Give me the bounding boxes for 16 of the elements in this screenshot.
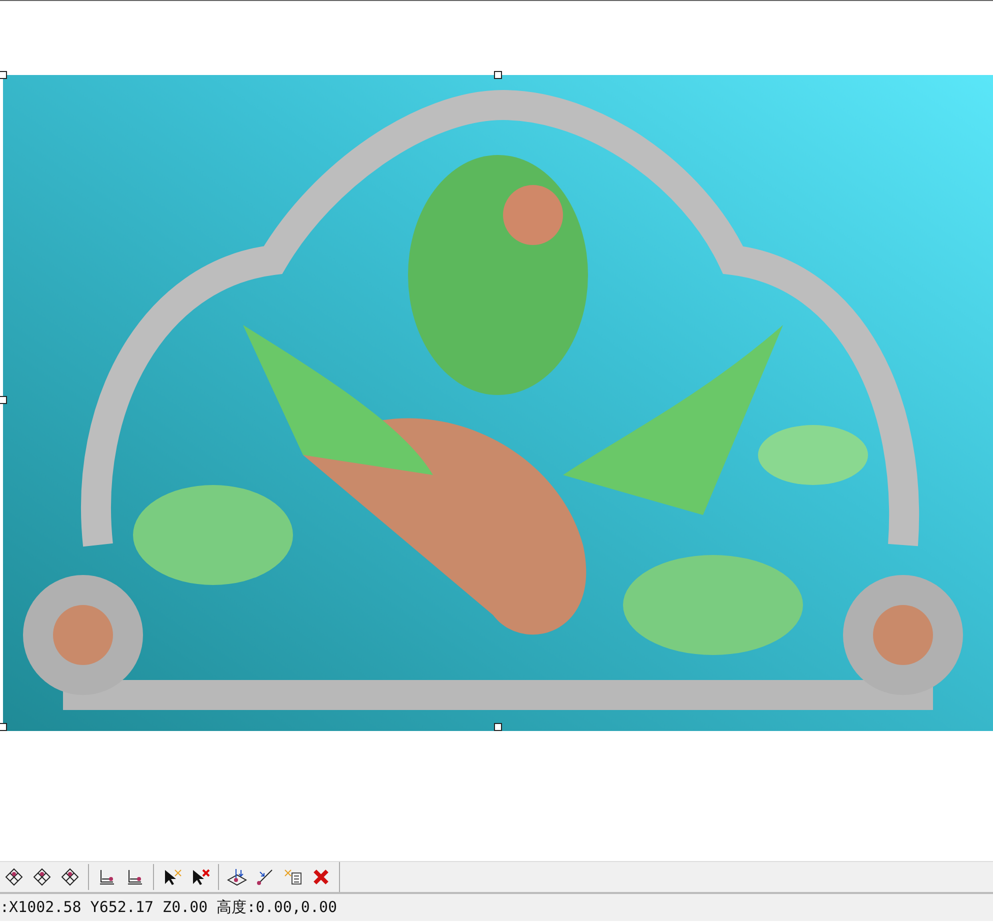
delete-icon[interactable] [312, 868, 330, 886]
layers-icon[interactable] [97, 867, 117, 887]
selection-handle[interactable] [0, 723, 7, 731]
diamond-view-icon[interactable] [32, 867, 52, 887]
line-icon[interactable] [255, 867, 275, 887]
selection-handle[interactable] [0, 396, 7, 404]
diamond-view-icon[interactable] [4, 867, 24, 887]
cursor-icon[interactable] [190, 867, 210, 887]
selection-handle[interactable] [494, 723, 502, 731]
selection-handle[interactable] [494, 71, 502, 79]
diamond-view-icon[interactable] [60, 867, 80, 887]
list-icon[interactable] [283, 867, 303, 887]
selection-handle[interactable] [0, 71, 7, 79]
status-text: :X1002.58 Y652.17 Z0.00 高度:0.00,0.00 [0, 898, 338, 917]
layers-icon[interactable] [125, 867, 145, 887]
cursor-icon[interactable] [162, 867, 182, 887]
